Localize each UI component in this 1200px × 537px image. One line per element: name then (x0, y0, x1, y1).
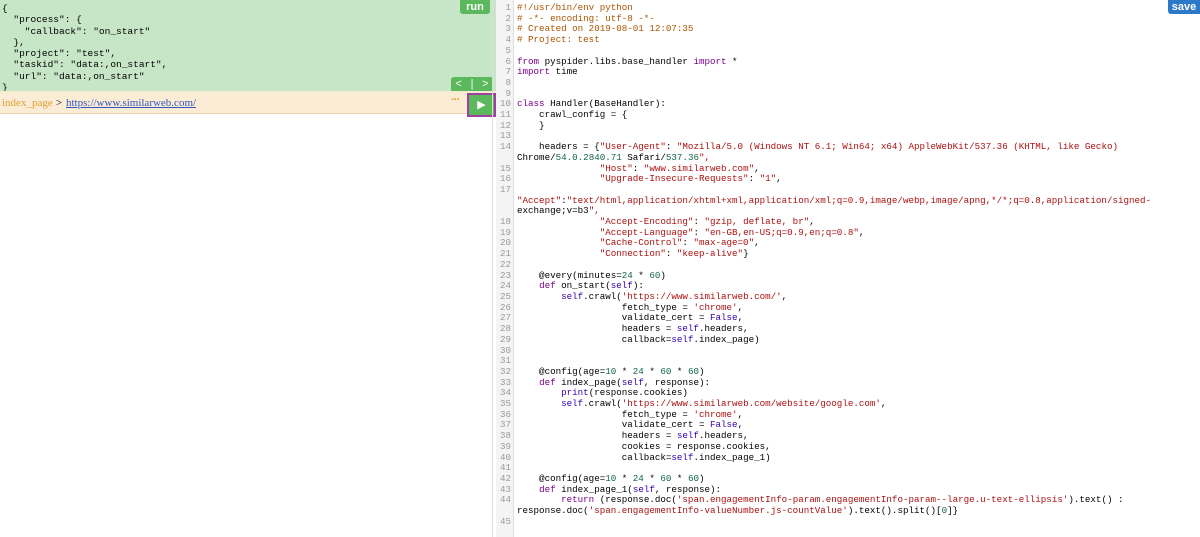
line-number: 29 (499, 333, 511, 345)
task-json-line: "url": "data:,on_start" (2, 70, 145, 82)
task-json-line: "project": "test", (2, 48, 117, 60)
code-text: cookies = response.cookies, (517, 440, 771, 452)
line-number: 17 (499, 183, 511, 195)
code-line[interactable]: 40 callback=self.index_page_1) (496, 451, 1196, 464)
line-number: 14 (499, 141, 511, 153)
code-text: response.doc('span.engagementInfo-valueN… (517, 505, 959, 517)
history-nav: < | > (451, 77, 493, 91)
task-json-line: "callback": "on_start" (2, 25, 151, 37)
code-text: } (517, 119, 545, 131)
code-text: callback=self.index_page) (517, 333, 760, 345)
code-line[interactable]: 5​ (496, 44, 1196, 57)
code-text: import time (517, 66, 578, 78)
code-line[interactable]: 29 callback=self.index_page) (496, 333, 1196, 346)
next-task-button[interactable]: > (482, 77, 488, 91)
line-number: 5 (505, 44, 511, 56)
task-json-line: "taskid": "data:,on_start", (2, 59, 168, 71)
code-text: # Project: test (517, 34, 600, 46)
code-text: "Accept":"text/html,application/xhtml+xm… (517, 194, 1152, 206)
follow-item[interactable]: index_page > https://www.similarweb.com/… (0, 91, 500, 114)
code-line[interactable]: 32 @config(age=10 * 24 * 60 * 60) (496, 365, 1196, 378)
code-editor[interactable]: 1 #!/usr/bin/env python 2 # -*- encoding: u… (496, 0, 1200, 537)
code-line[interactable]: 12 } (496, 119, 1196, 132)
task-json[interactable]: { "process": { "callback": "on_start" },… (2, 3, 167, 93)
task-json-line: }, (2, 36, 25, 48)
code-line[interactable]: 3 # Created on 2019-08-01 12:07:35 (496, 24, 1196, 35)
prev-task-button[interactable]: < (455, 77, 461, 91)
follow-callback: index_page (2, 97, 53, 109)
task-panel: { "process": { "callback": "on_start" },… (0, 0, 500, 537)
code-line[interactable]: 16 "Upgrade-Insecure-Requests": "1", (496, 173, 1196, 185)
code-text: callback=self.index_page_1) (517, 451, 771, 463)
more-icon[interactable]: ··· (451, 94, 460, 106)
code-line[interactable]: 6 from pyspider.libs.base_handler import … (496, 56, 1196, 68)
code-line[interactable]: 8​ (496, 77, 1196, 89)
code-line[interactable]: 39 cookies = response.cookies, (496, 440, 1196, 453)
task-json-pane[interactable]: { "process": { "callback": "on_start" },… (0, 0, 500, 93)
code-text: "Upgrade-Insecure-Requests": "1", (599, 173, 782, 185)
line-number (496, 153, 517, 164)
play-icon: ▶ (477, 99, 486, 111)
code-line[interactable]: 30​ (496, 345, 1196, 357)
code-line[interactable]: 7 import time (496, 66, 1196, 78)
follow-url-link[interactable]: https://www.similarweb.com/ (66, 97, 196, 109)
code-line[interactable]: 21 "Connection": "keep-alive"} (496, 248, 1196, 260)
line-number: 22 (499, 258, 511, 270)
line-number: 32 (499, 365, 511, 377)
line-number: 39 (499, 440, 511, 452)
run-button[interactable]: run (460, 0, 490, 14)
code-text: "Connection": "keep-alive"} (599, 248, 749, 260)
nav-separator: | (470, 78, 474, 90)
line-number: 45 (499, 515, 511, 527)
task-json-line: "process": { (2, 14, 82, 26)
code-area[interactable]: 1 #!/usr/bin/env python 2 # -*- encoding: u… (496, 2, 1196, 528)
task-json-line: { (2, 3, 8, 14)
save-button[interactable]: save (1168, 0, 1200, 14)
code-line[interactable]: "Accept":"text/html,application/xhtml+xm… (496, 194, 1196, 207)
follow-separator: > (56, 97, 63, 109)
line-number (496, 196, 517, 207)
code-line[interactable]: 4 # Project: test (496, 34, 1196, 46)
code-line[interactable]: 22​ (496, 258, 1196, 271)
code-line[interactable]: response.doc('span.engagementInfo-valueN… (496, 505, 1196, 517)
pane-divider[interactable] (492, 0, 493, 537)
code-line[interactable]: 11 crawl_config = { (496, 109, 1196, 121)
code-line[interactable]: 45​ (496, 515, 1196, 528)
line-number: 44 (499, 494, 511, 506)
